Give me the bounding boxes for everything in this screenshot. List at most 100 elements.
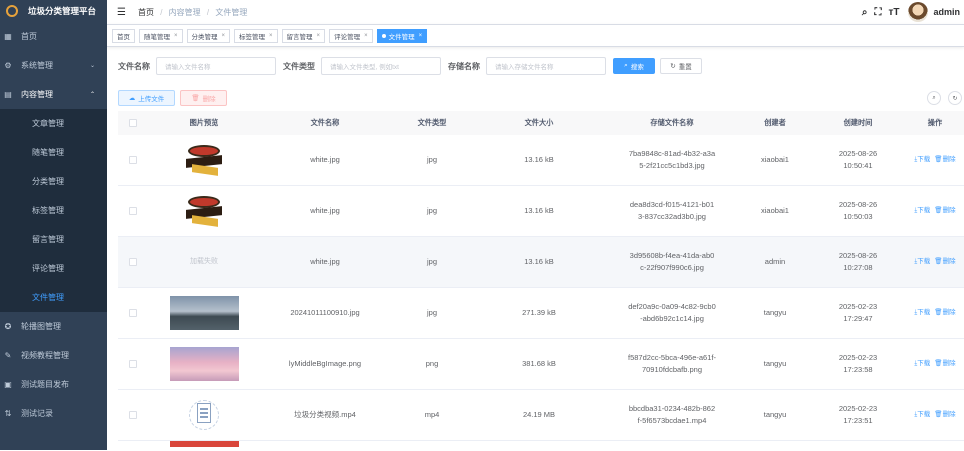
sidebar-item-articles[interactable]: 文章管理	[0, 109, 107, 138]
sidebar-item-carousel[interactable]: ✪ 轮播图管理	[0, 312, 107, 341]
header-storage-name: 存储文件名称	[650, 118, 694, 127]
file-size-cell: 381.68 kB	[522, 359, 556, 368]
username[interactable]: admin	[933, 7, 960, 17]
tag-tags[interactable]: 标签管理 ×	[234, 28, 278, 43]
sidebar-logo[interactable]: 垃圾分类管理平台	[0, 0, 107, 22]
download-link[interactable]: ⤓下载	[914, 409, 930, 421]
sidebar-item-essays[interactable]: 随笔管理	[0, 138, 107, 167]
preview-image[interactable]	[169, 296, 239, 330]
file-document-icon[interactable]	[187, 398, 221, 432]
row-checkbox[interactable]	[129, 207, 137, 215]
table-row: 垃圾分类视频.mp4 mp4 24.19 MB bbcdba31-0234-48…	[118, 390, 964, 441]
delete-link[interactable]: 🗑删除	[934, 256, 955, 268]
delete-link[interactable]: 🗑删除	[934, 154, 955, 166]
file-type-input[interactable]: 请输入文件类型, 例如txt	[321, 57, 441, 75]
created-time: 17:23:58	[843, 365, 873, 374]
close-icon[interactable]: ×	[222, 33, 226, 39]
delete-button[interactable]: 🗑 删除	[180, 90, 227, 106]
sidebar-item-system[interactable]: ⚙ 系统管理 ⌄	[0, 51, 107, 80]
tag-label: 文件管理	[388, 33, 415, 41]
storage-name-line: bbcdba31-0234-482b-862	[628, 404, 716, 413]
created-date: 2025-08-26	[838, 200, 878, 209]
preview-image[interactable]	[169, 347, 239, 381]
storage-name-line: 5-2f21cc5c1bd3.jpg	[639, 161, 705, 170]
preview-image[interactable]	[184, 194, 224, 228]
file-name-cell: 垃圾分类视频.mp4	[294, 410, 356, 419]
table-row: white.jpg jpg 13.16 kB 7ba9848c-81ad-4b3…	[118, 135, 964, 186]
refresh-icon[interactable]: ↻	[948, 91, 962, 105]
sidebar-item-label: 留言管理	[32, 235, 64, 244]
delete-link[interactable]: 🗑删除	[934, 409, 955, 421]
tag-comments[interactable]: 评论管理 ×	[329, 28, 373, 43]
active-dot-icon	[381, 33, 386, 38]
close-icon[interactable]: ×	[317, 33, 321, 39]
sidebar-item-files[interactable]: 文件管理	[0, 283, 107, 312]
row-checkbox[interactable]	[129, 309, 137, 317]
download-link[interactable]: ⤓下载	[914, 256, 930, 268]
search-icon: ⌕	[624, 62, 628, 69]
row-checkbox[interactable]	[129, 156, 137, 164]
sidebar-item-home[interactable]: ▦ 首页	[0, 22, 107, 51]
sidebar-item-content[interactable]: ▤ 内容管理 ⌃	[0, 80, 107, 109]
created-date: 2025-02-23	[838, 353, 878, 362]
search-icon[interactable]: ⌕	[862, 7, 868, 18]
tag-messages[interactable]: 留言管理 ×	[281, 28, 326, 43]
row-checkbox[interactable]	[129, 360, 137, 368]
reset-button[interactable]: ↻ 重置	[660, 58, 702, 74]
download-link[interactable]: ⤓下载	[914, 358, 930, 370]
download-link[interactable]: ⤓下载	[914, 307, 930, 319]
sidebar-item-categories[interactable]: 分类管理	[0, 167, 107, 196]
upload-button[interactable]: ☁ 上传文件	[118, 90, 175, 106]
close-icon[interactable]: ×	[174, 33, 178, 39]
created-time-cell: 2025-08-26 10:50:03	[810, 199, 906, 223]
sidebar-item-exam[interactable]: ▣ 测试题目发布	[0, 370, 107, 399]
delete-link[interactable]: 🗑删除	[934, 205, 955, 217]
storage-name-line: c-22f907f990c6.jpg	[640, 263, 704, 272]
tag-categories[interactable]: 分类管理 ×	[186, 28, 231, 43]
tag-essays[interactable]: 随笔管理 ×	[139, 28, 183, 43]
breadcrumb-home[interactable]: 首页	[138, 8, 154, 17]
avatar[interactable]	[908, 2, 929, 22]
close-icon[interactable]: ×	[364, 33, 368, 39]
tag-home[interactable]: 首页	[112, 28, 135, 43]
sidebar-item-videos[interactable]: ✎ 视频教程管理	[0, 341, 107, 370]
storage-name-input[interactable]: 请输入存储文件名称	[486, 57, 606, 75]
created-time: 17:23:51	[843, 416, 873, 425]
actions-cell: ⤓下载 🗑删除	[906, 154, 964, 166]
close-icon[interactable]: ×	[419, 33, 423, 39]
sidebar-item-label: 内容管理	[21, 90, 53, 99]
file-name-input[interactable]: 请输入文件名称	[156, 57, 276, 75]
download-link[interactable]: ⤓下载	[914, 205, 930, 217]
hamburger-icon[interactable]: ☰	[117, 7, 126, 18]
row-checkbox[interactable]	[129, 258, 137, 266]
sidebar-item-records[interactable]: ⇅ 测试记录	[0, 399, 107, 428]
sidebar-item-tags[interactable]: 标签管理	[0, 196, 107, 225]
creator-cell: tangyu	[763, 359, 787, 368]
select-all-checkbox[interactable]	[129, 119, 137, 127]
table-tools: ⌕ ↻	[920, 91, 962, 105]
breadcrumb-separator: /	[160, 7, 163, 17]
toggle-search-icon[interactable]: ⌕	[927, 91, 941, 105]
file-type-cell: jpg	[426, 308, 437, 317]
delete-link[interactable]: 🗑删除	[934, 307, 955, 319]
file-name-cell: 20241011100910.jpg	[290, 308, 360, 317]
breadcrumb: 首页 / 内容管理 / 文件管理	[138, 7, 247, 18]
tags-view: 首页 随笔管理 × 分类管理 × 标签管理 × 留言管理 × 评论管理 × 文件管理 ×	[107, 24, 964, 47]
close-icon[interactable]: ×	[269, 33, 273, 39]
row-checkbox[interactable]	[129, 411, 137, 419]
tag-files[interactable]: 文件管理 ×	[376, 28, 428, 43]
sidebar-item-label: 系统管理	[21, 61, 53, 70]
sidebar-item-messages[interactable]: 留言管理	[0, 225, 107, 254]
preview-image[interactable]	[169, 441, 239, 447]
created-time-cell: 2025-08-26 10:50:41	[810, 148, 906, 172]
download-link[interactable]: ⤓下载	[914, 154, 930, 166]
font-size-icon[interactable]: тT	[888, 7, 899, 18]
carousel-icon: ✪	[4, 321, 12, 331]
search-button[interactable]: ⌕ 搜索	[613, 58, 655, 74]
sidebar-item-label: 文件管理	[32, 293, 64, 302]
fullscreen-icon[interactable]: ⛶	[874, 7, 881, 18]
sidebar-item-comments[interactable]: 评论管理	[0, 254, 107, 283]
preview-image[interactable]	[184, 143, 224, 177]
delete-link[interactable]: 🗑删除	[934, 358, 955, 370]
sidebar-item-label: 轮播图管理	[21, 322, 61, 331]
